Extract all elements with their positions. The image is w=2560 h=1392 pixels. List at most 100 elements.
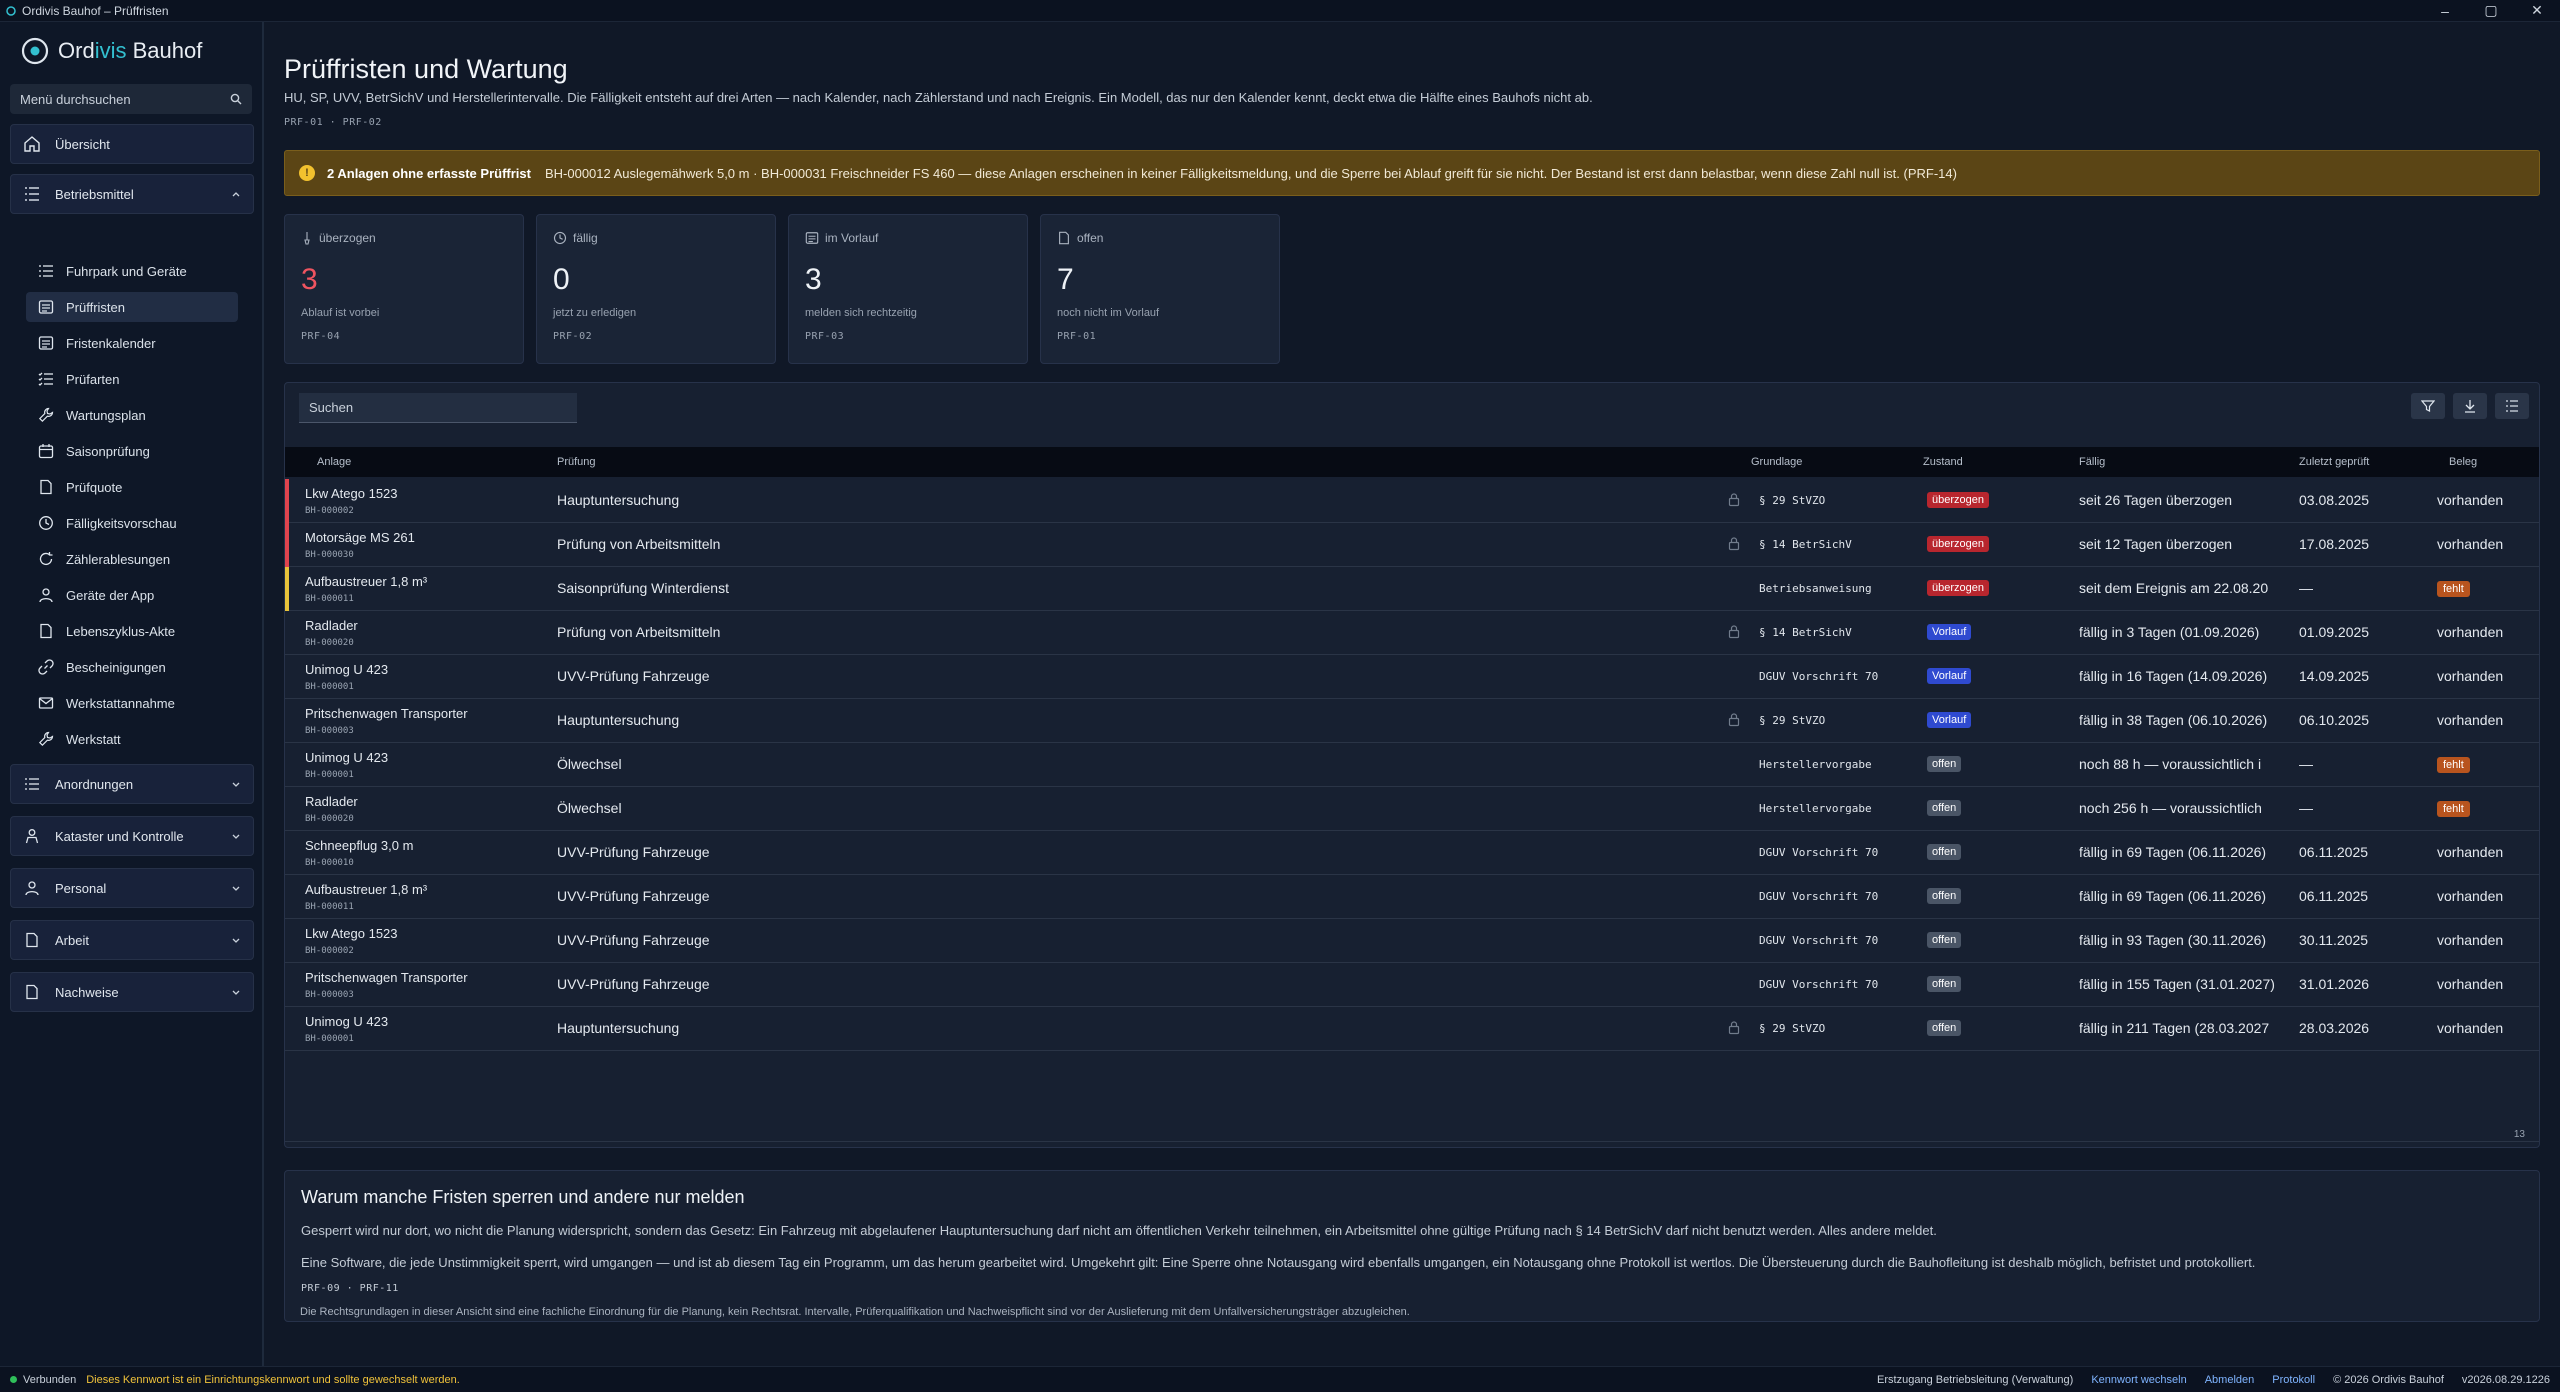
cell-pruefung: Hauptuntersuchung xyxy=(557,492,680,508)
sidebar-item-8[interactable]: Zählerablesungen xyxy=(26,544,238,574)
columns-icon xyxy=(2505,399,2519,413)
columns-button[interactable] xyxy=(2495,393,2529,419)
close-button[interactable]: ✕ xyxy=(2514,0,2560,22)
logout-link[interactable]: Abmelden xyxy=(2205,1374,2255,1386)
status-badge: offen xyxy=(1927,800,1962,816)
chevron-down-icon xyxy=(231,831,241,841)
sidebar-item-12[interactable]: Werkstattannahme xyxy=(26,688,238,718)
col-faellig[interactable]: Fällig xyxy=(2079,456,2105,468)
nav-group-2[interactable]: Personal xyxy=(10,868,254,908)
table-row[interactable]: Schneepflug 3,0 m BH-000010 UVV-Prüfung Fa… xyxy=(285,831,2539,875)
cell-faellig: seit dem Ereignis am 22.08.20 xyxy=(2079,580,2269,596)
sidebar-item-4[interactable]: Wartungsplan xyxy=(26,400,238,430)
table-row[interactable]: Aufbaustreuer 1,8 m³ BH-000011 Saisonprüfu… xyxy=(285,567,2539,611)
connection-indicator xyxy=(10,1376,17,1383)
cell-grundlage: DGUV Vorschrift 70 xyxy=(1759,846,1879,859)
cell-anlage-id: BH-000001 xyxy=(305,682,354,692)
col-grundlage[interactable]: Grundlage xyxy=(1751,456,1802,468)
table-row[interactable]: Radlader BH-000020 Ölwechsel Herstellervorg… xyxy=(285,787,2539,831)
sidebar-item-label: Geräte der App xyxy=(66,587,155,603)
current-user: Erstzugang Betriebsleitung (Verwaltung) xyxy=(1877,1373,2074,1386)
calendar-list-icon xyxy=(38,299,54,315)
checklist-icon xyxy=(38,371,54,387)
summary-card-1[interactable]: fällig 0 jetzt zu erledigen PRF-02 xyxy=(536,214,776,364)
summary-card-2[interactable]: im Vorlauf 3 melden sich rechtzeitig PRF-03 xyxy=(788,214,1028,364)
cell-beleg: vorhanden xyxy=(2437,888,2504,904)
copyright: © 2026 Ordivis Bauhof xyxy=(2333,1373,2444,1386)
mail-icon xyxy=(38,695,54,711)
sidebar-item-7[interactable]: Fälligkeitsvorschau xyxy=(26,508,238,538)
table-row[interactable]: Pritschenwagen Transporter BH-000003 UVV-P… xyxy=(285,963,2539,1007)
nav-group-1[interactable]: Kataster und Kontrolle xyxy=(10,816,254,856)
table-row[interactable]: Pritschenwagen Transporter BH-000003 Haupt… xyxy=(285,699,2539,743)
nav-group-0[interactable]: Anordnungen xyxy=(10,764,254,804)
table-row[interactable]: Lkw Atego 1523 BH-000002 Hauptuntersuchung… xyxy=(285,479,2539,523)
cell-beleg: vorhanden xyxy=(2437,668,2504,684)
sidebar-item-0[interactable]: Fuhrpark und Geräte xyxy=(26,256,238,286)
cell-pruefung: Hauptuntersuchung xyxy=(557,712,680,728)
change-password-link[interactable]: Kennwort wechseln xyxy=(2091,1374,2186,1386)
cell-zuletzt: 17.08.2025 xyxy=(2299,536,2370,552)
cell-faellig: fällig in 38 Tagen (06.10.2026) xyxy=(2079,712,2268,728)
sidebar-item-2[interactable]: Fristenkalender xyxy=(26,328,238,358)
cell-pruefung: UVV-Prüfung Fahrzeuge xyxy=(557,932,710,948)
table-row[interactable]: Unimog U 423 BH-000001 Hauptuntersuchung § … xyxy=(285,1007,2539,1051)
minimize-button[interactable]: – xyxy=(2422,0,2468,22)
sidebar-item-6[interactable]: Prüfquote xyxy=(26,472,238,502)
card-label: überzogen xyxy=(319,231,376,245)
col-zustand[interactable]: Zustand xyxy=(1923,456,1963,468)
card-note: jetzt zu erledigen xyxy=(553,307,637,319)
sidebar-item-10[interactable]: Lebenszyklus-Akte xyxy=(26,616,238,646)
window-title: Ordivis Bauhof – Prüffristen xyxy=(22,3,169,18)
window-titlebar: Ordivis Bauhof – Prüffristen – ▢ ✕ xyxy=(0,0,2560,22)
brand-logo[interactable]: Ord ivis Bauhof xyxy=(20,36,202,66)
table-row[interactable]: Motorsäge MS 261 BH-000030 Prüfung von Arb… xyxy=(285,523,2539,567)
table-search-input[interactable]: Suchen xyxy=(299,393,577,423)
card-ref: PRF-04 xyxy=(301,331,341,342)
status-badge: offen xyxy=(1927,888,1962,904)
col-beleg[interactable]: Beleg xyxy=(2449,456,2477,468)
lock-icon xyxy=(1727,1020,1741,1036)
log-link[interactable]: Protokoll xyxy=(2272,1374,2315,1386)
list-icon xyxy=(23,185,41,203)
sidebar-item-label: Werkstattannahme xyxy=(66,695,175,711)
refresh-icon xyxy=(38,551,54,567)
table-row[interactable]: Radlader BH-000020 Prüfung von Arbeitsmitt… xyxy=(285,611,2539,655)
cell-faellig: fällig in 211 Tagen (28.03.2027 xyxy=(2079,1020,2270,1036)
maximize-button[interactable]: ▢ xyxy=(2468,0,2514,22)
sidebar-item-9[interactable]: Geräte der App xyxy=(26,580,238,610)
card-ref: PRF-01 xyxy=(1057,331,1097,342)
sidebar-item-3[interactable]: Prüfarten xyxy=(26,364,238,394)
cell-pruefung: UVV-Prüfung Fahrzeuge xyxy=(557,844,710,860)
cell-anlage-id: BH-000003 xyxy=(305,990,354,1000)
table-row[interactable]: Aufbaustreuer 1,8 m³ BH-000011 UVV-Prüfung… xyxy=(285,875,2539,919)
col-pruefung[interactable]: Prüfung xyxy=(557,456,596,468)
download-button[interactable] xyxy=(2453,393,2487,419)
filter-button[interactable] xyxy=(2411,393,2445,419)
cell-grundlage: Herstellervorgabe xyxy=(1759,802,1872,815)
info-paragraph-2: Eine Software, die jede Unstimmigkeit sp… xyxy=(301,1255,2256,1270)
sidebar-item-13[interactable]: Werkstatt xyxy=(26,724,238,754)
info-title: Warum manche Fristen sperren und andere … xyxy=(301,1187,745,1207)
col-anlage[interactable]: Anlage xyxy=(317,456,351,468)
nav-group-label: Personal xyxy=(55,880,107,896)
cell-grundlage: § 14 BetrSichV xyxy=(1759,626,1852,639)
nav-group-4[interactable]: Nachweise xyxy=(10,972,254,1012)
table-row[interactable]: Unimog U 423 BH-000001 UVV-Prüfung Fahrzeu… xyxy=(285,655,2539,699)
nav-overview[interactable]: Übersicht xyxy=(10,124,254,164)
nav-group-3[interactable]: Arbeit xyxy=(10,920,254,960)
table-row[interactable]: Unimog U 423 BH-000001 Ölwechsel Hersteller… xyxy=(285,743,2539,787)
summary-card-3[interactable]: offen 7 noch nicht im Vorlauf PRF-01 xyxy=(1040,214,1280,364)
sidebar-item-1[interactable]: Prüffristen xyxy=(26,292,238,322)
col-zuletzt[interactable]: Zuletzt geprüft xyxy=(2299,456,2369,468)
cell-beleg: vorhanden xyxy=(2437,712,2504,728)
nav-group-betriebsmittel[interactable]: Betriebsmittel xyxy=(10,174,254,214)
table-row[interactable]: Lkw Atego 1523 BH-000002 UVV-Prüfung Fahrz… xyxy=(285,919,2539,963)
cell-beleg: fehlt xyxy=(2437,757,2470,773)
sidebar-item-11[interactable]: Bescheinigungen xyxy=(26,652,238,682)
cell-grundlage: § 29 StVZO xyxy=(1759,1022,1826,1035)
summary-card-0[interactable]: überzogen 3 Ablauf ist vorbei PRF-04 xyxy=(284,214,524,364)
menu-search-input[interactable]: Menü durchsuchen xyxy=(10,84,252,114)
cell-anlage-id: BH-000002 xyxy=(305,946,354,956)
sidebar-item-5[interactable]: Saisonprüfung xyxy=(26,436,238,466)
